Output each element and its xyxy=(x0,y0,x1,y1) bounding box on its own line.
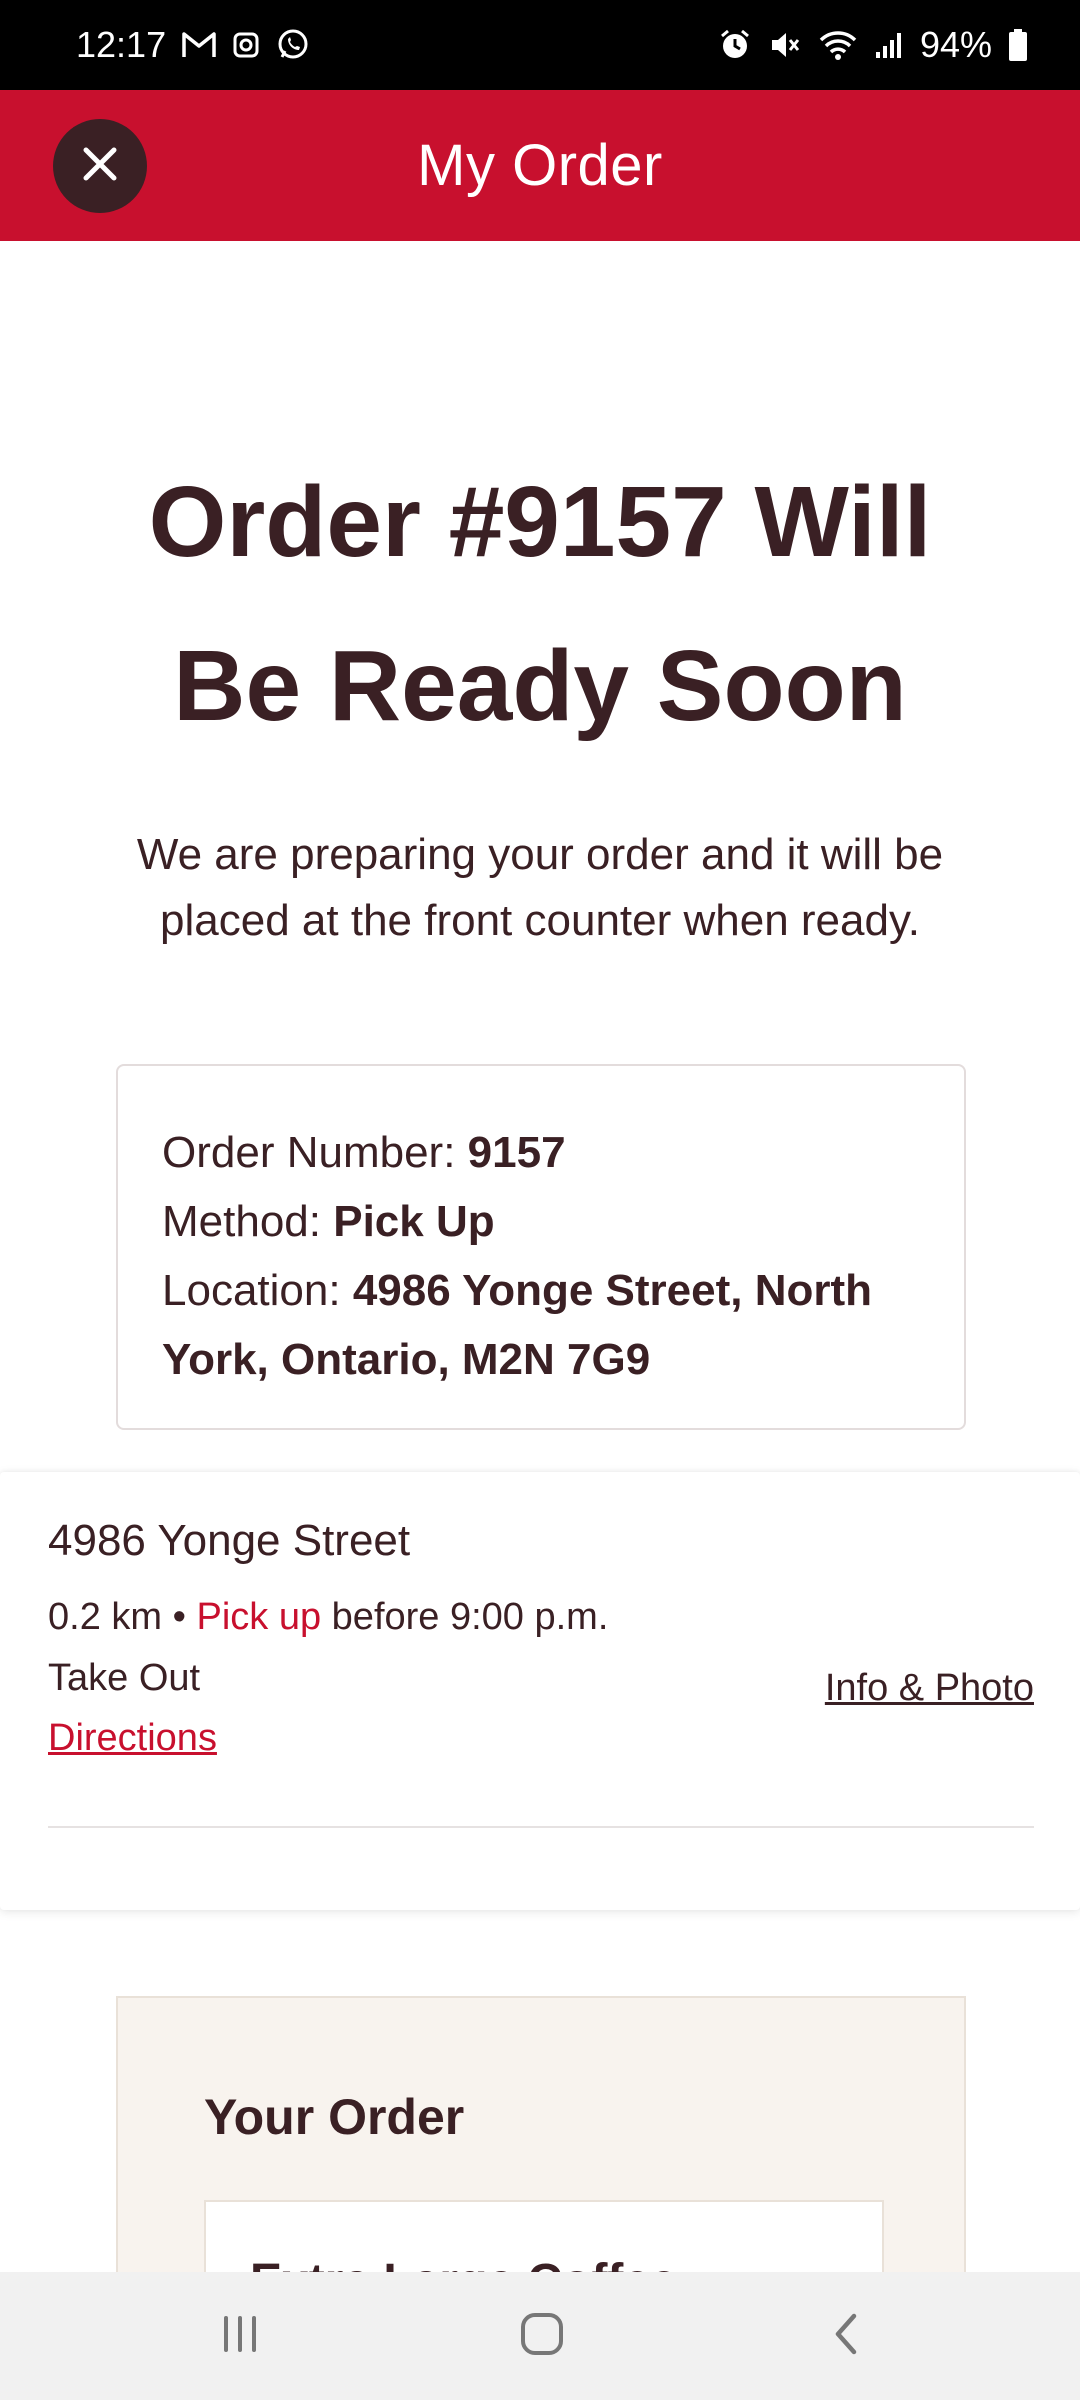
status-time: 12:17 xyxy=(76,24,167,65)
mute-icon xyxy=(768,28,802,62)
battery-icon xyxy=(1008,28,1028,62)
order-info-box: Order Number: 9157 Method: Pick Up Locat… xyxy=(116,1064,966,1430)
method-value: Pick Up xyxy=(333,1197,495,1246)
meta-separator: • xyxy=(172,1596,186,1638)
gmail-icon xyxy=(182,31,216,59)
method-label: Method: xyxy=(162,1197,321,1246)
alarm-icon xyxy=(718,28,752,62)
close-button[interactable] xyxy=(53,119,147,213)
system-nav-bar xyxy=(0,2272,1080,2400)
order-number-label: Order Number: xyxy=(162,1128,456,1177)
page-title: My Order xyxy=(417,133,663,198)
status-right: 94% xyxy=(718,24,1028,66)
status-left: 12:17 xyxy=(76,24,310,66)
recents-button[interactable] xyxy=(150,2272,330,2400)
battery-percent: 94% xyxy=(919,24,992,65)
store-card: 4986 Yonge Street 0.2 km • Pick up befor… xyxy=(0,1472,1080,1910)
method-row: Method: Pick Up xyxy=(162,1187,924,1256)
location-row: Location: 4986 Yonge Street, North York,… xyxy=(162,1256,924,1394)
home-icon xyxy=(518,2310,566,2363)
order-number-value: 9157 xyxy=(467,1128,566,1177)
service-type: Take Out xyxy=(48,1657,201,1699)
wifi-icon xyxy=(818,28,858,62)
pickup-time: before 9:00 p.m. xyxy=(331,1596,609,1638)
order-status-message: We are preparing your order and it will … xyxy=(136,830,944,945)
divider xyxy=(48,1826,1034,1828)
location-label: Location: xyxy=(162,1266,341,1315)
order-number-row: Order Number: 9157 xyxy=(162,1118,924,1187)
info-photo-link[interactable]: Info & Photo xyxy=(825,1667,1034,1710)
recents-icon xyxy=(218,2312,262,2361)
store-distance: 0.2 km xyxy=(48,1596,163,1638)
directions-link[interactable]: Directions xyxy=(48,1717,217,1760)
pickup-label: Pick up xyxy=(196,1596,322,1638)
back-icon xyxy=(828,2310,864,2363)
store-name: 4986 Yonge Street xyxy=(48,1516,411,1565)
home-button[interactable] xyxy=(452,2272,632,2400)
app-header: My Order xyxy=(0,90,1080,241)
signal-icon xyxy=(874,30,904,60)
store-meta: 0.2 km • Pick up before 9:00 p.m. xyxy=(48,1596,608,1639)
status-bar: 12:17 94% xyxy=(0,0,1080,90)
order-status-heading: Order #9157 Will Be Ready Soon xyxy=(148,466,932,742)
camera-icon xyxy=(232,31,260,59)
back-button[interactable] xyxy=(756,2272,936,2400)
whatsapp-icon xyxy=(276,28,310,62)
your-order-title: Your Order xyxy=(204,2089,465,2145)
close-icon xyxy=(80,144,120,189)
